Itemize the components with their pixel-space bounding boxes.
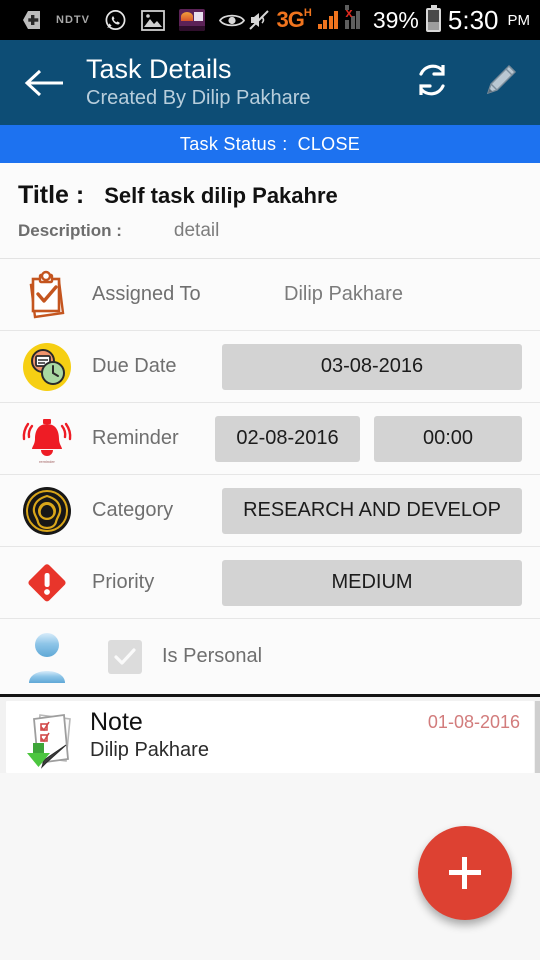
due-date-value-chip[interactable]: 03-08-2016 [222,343,522,390]
task-description-row: Description : detail [0,214,540,259]
note-author: Dilip Pakhare [90,738,209,761]
whatsapp-icon [104,9,127,32]
app-screen: NDTV 3G H x 39% 5:30 PM Task Details Cre… [0,0,540,960]
priority-row: Priority MEDIUM [0,547,540,619]
note-list-item[interactable]: Note Dilip Pakhare 01-08-2016 [6,701,534,773]
reminder-date-chip[interactable]: 02-08-2016 [215,415,360,462]
due-date-row: Due Date 03-08-2016 [0,331,540,403]
add-note-fab-button[interactable] [418,826,512,920]
pencil-icon [486,65,516,95]
task-title-label: Title : [18,181,85,209]
clock-label: 5:30 [447,4,499,35]
task-title-row: Title : Self task dilip Pakahre [0,163,540,214]
task-status-label: Task Status [179,133,277,154]
status-bar-system: 3G H x 39% 5:30 PM [248,5,530,36]
eye-icon [218,12,245,29]
edit-button[interactable] [480,59,522,106]
network-type-label: 3G H [276,7,312,32]
checkmark-icon [114,647,136,665]
note-text-block: Note Dilip Pakhare [90,708,209,762]
app-bar-titles: Task Details Created By Dilip Pakhare [86,54,412,111]
app-bar: Task Details Created By Dilip Pakhare [0,40,540,125]
reminder-label: Reminder [92,427,179,449]
note-date: 01-08-2016 [427,712,520,732]
due-date-chips: 03-08-2016 [222,343,522,390]
status-bar-notifications: NDTV [18,9,248,32]
reminder-time-chip[interactable]: 00:00 [374,415,522,462]
note-download-icon [20,709,82,771]
person-icon [18,628,76,686]
note-title: Note [90,708,143,736]
category-value-chip[interactable]: RESEARCH AND DEVELOP [222,487,522,534]
task-status-value: CLOSE [297,133,361,154]
reminder-row: reminder Reminder 02-08-2016 00:00 [0,403,540,475]
notes-scrollbar[interactable] [535,701,540,773]
page-title: Task Details [86,53,232,84]
calendar-clock-icon [18,338,76,396]
svg-text:reminder: reminder [39,459,55,464]
back-arrow-icon [24,69,63,96]
due-date-label: Due Date [92,355,177,377]
status-bar: NDTV 3G H x 39% 5:30 PM [0,0,540,40]
is-personal-checkbox[interactable] [108,639,142,674]
category-emblem-icon [18,482,76,540]
clock-ampm-label: PM [507,11,531,29]
task-status-separator: : [282,133,288,154]
plus-icon [447,855,483,891]
app-plus-icon [18,9,42,31]
network-speed-label: H [303,7,312,19]
refresh-button[interactable] [412,60,452,105]
task-description-label: Description : [18,221,122,240]
clipboard-check-icon [18,266,76,324]
purple-app-icon [178,9,205,31]
category-chips: RESEARCH AND DEVELOP [222,487,522,534]
refresh-icon [419,64,445,96]
ndtv-icon: NDTV [56,14,90,26]
gallery-icon [141,9,165,31]
task-status-banner: Task Status : CLOSE [0,125,540,163]
priority-alert-icon [18,554,76,612]
mute-icon [248,9,270,31]
alarm-bell-icon: reminder [18,410,76,468]
task-description-value: detail [173,220,220,241]
is-personal-label: Is Personal [162,645,263,667]
task-detail-content: Title : Self task dilip Pakahre Descript… [0,163,540,923]
priority-value-chip[interactable]: MEDIUM [222,559,522,606]
back-button[interactable] [22,60,68,106]
category-label: Category [92,499,174,521]
signal-bars-primary-icon [317,11,339,29]
battery-percent-label: 39% [372,6,419,33]
priority-chips: MEDIUM [222,559,522,606]
priority-label: Priority [92,571,155,593]
battery-icon [425,5,441,32]
assigned-to-row: Assigned To Dilip Pakhare [0,259,540,331]
is-personal-row: Is Personal [0,619,540,697]
assigned-to-value: Dilip Pakhare [284,283,403,305]
notes-list: Note Dilip Pakhare 01-08-2016 [0,697,540,773]
signal-bars-secondary-icon: x [345,5,366,29]
category-row: Category RESEARCH AND DEVELOP [0,475,540,547]
app-bar-actions [412,59,522,106]
signal-error-icon: x [345,5,353,20]
page-subtitle: Created By Dilip Pakhare [86,87,311,110]
reminder-chips: 02-08-2016 00:00 [215,415,522,462]
assigned-to-label: Assigned To [92,283,201,305]
task-title-value: Self task dilip Pakahre [104,183,338,208]
